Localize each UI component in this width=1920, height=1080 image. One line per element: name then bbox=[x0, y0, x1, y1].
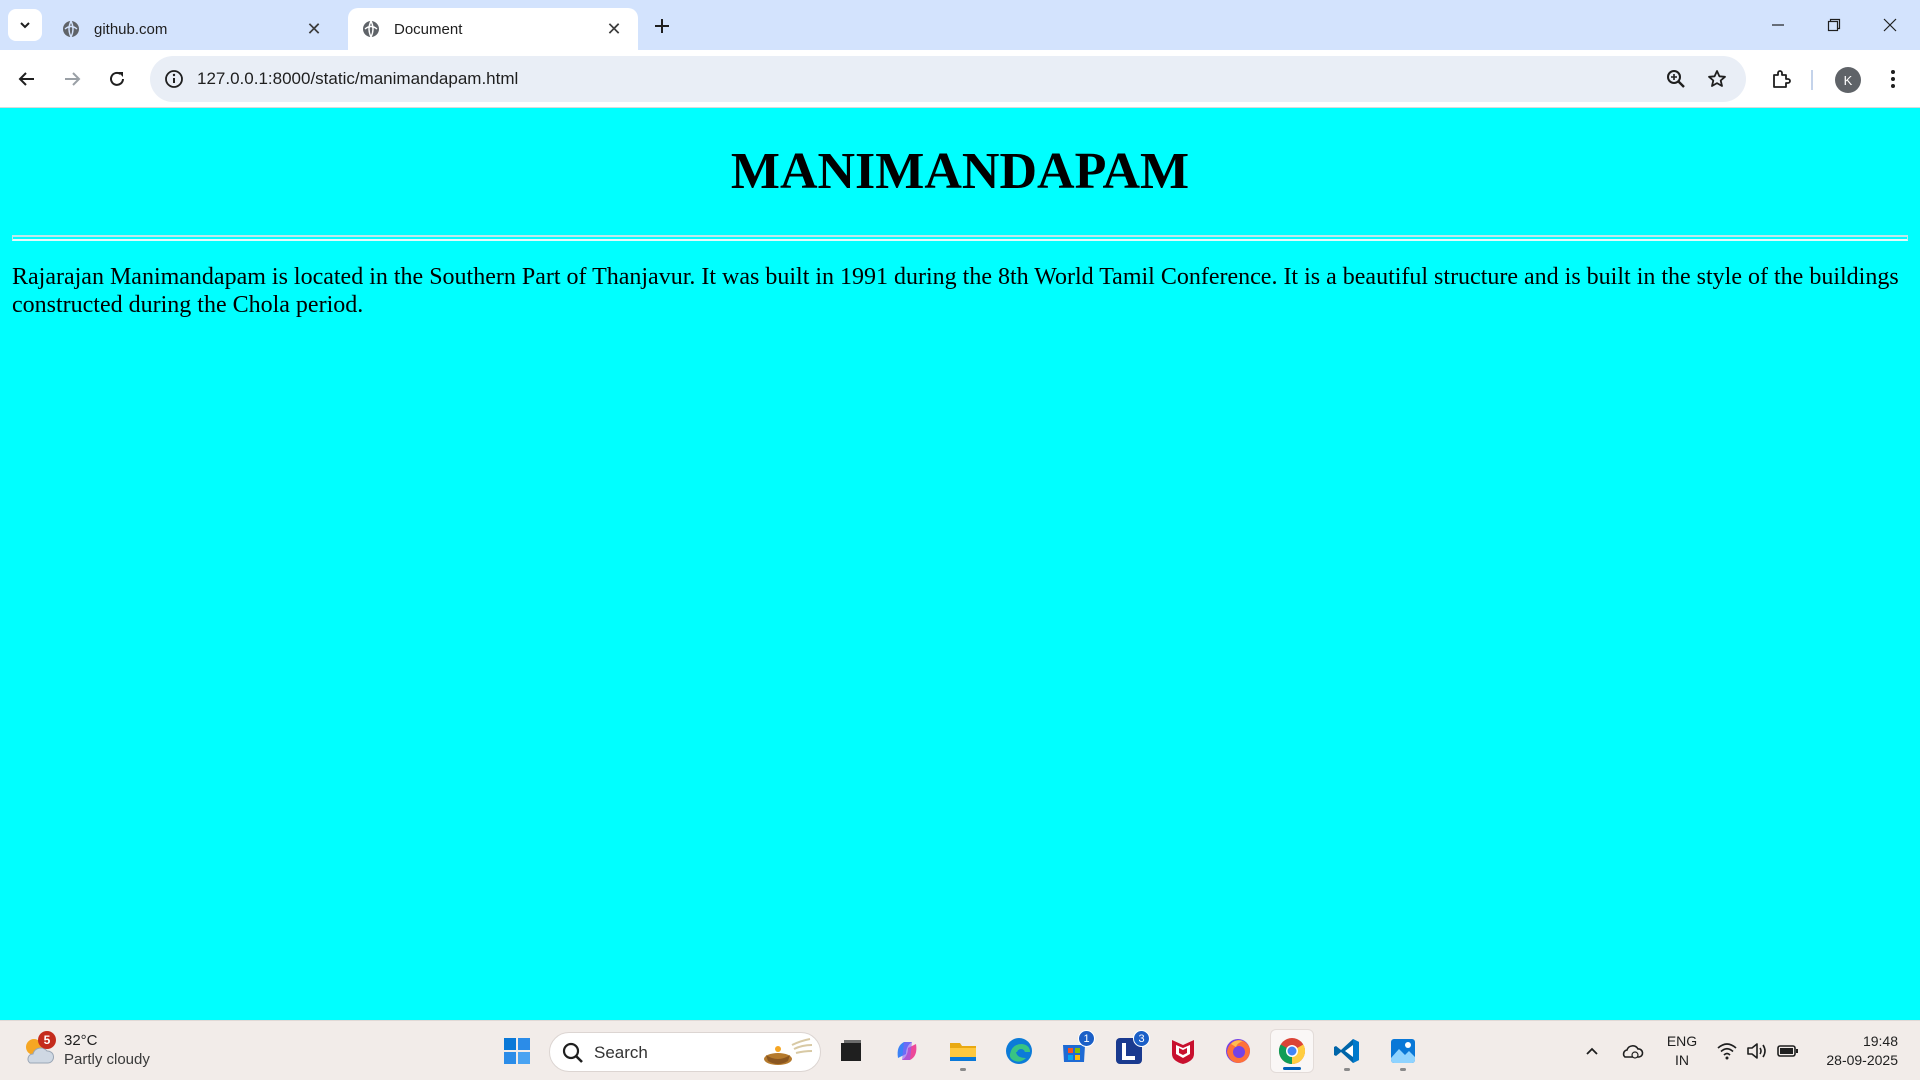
globe-icon bbox=[63, 20, 79, 38]
search-placeholder: Search bbox=[594, 1043, 648, 1062]
search-icon bbox=[562, 1042, 583, 1063]
mcafee-button[interactable] bbox=[1161, 1029, 1205, 1073]
restore-icon bbox=[1827, 18, 1841, 32]
vscode-icon bbox=[1334, 1039, 1359, 1063]
tab-title: github.com bbox=[94, 20, 168, 38]
clock-date: 28-09-2025 bbox=[1826, 1052, 1898, 1068]
chevron-down-icon bbox=[20, 22, 30, 29]
taskbar-search[interactable]: Search bbox=[549, 1032, 821, 1072]
zoom-icon[interactable] bbox=[1664, 67, 1688, 91]
notification-badge: 3 bbox=[1133, 1030, 1150, 1047]
clock-time: 19:48 bbox=[1862, 1033, 1898, 1049]
back-button[interactable] bbox=[11, 63, 43, 95]
weather-description: Partly cloudy bbox=[64, 1051, 150, 1068]
onedrive-sync-icon[interactable] bbox=[1620, 1039, 1644, 1063]
arrow-left-icon bbox=[18, 72, 34, 86]
notification-badge: 1 bbox=[1078, 1030, 1095, 1047]
horizontal-rule bbox=[12, 235, 1908, 241]
forward-button[interactable] bbox=[56, 63, 88, 95]
address-bar[interactable]: 127.0.0.1:8000/static/manimandapam.html bbox=[150, 56, 1746, 102]
new-tab-button[interactable] bbox=[648, 12, 676, 40]
tab-document[interactable]: Document ✕ bbox=[348, 8, 638, 50]
running-indicator bbox=[960, 1068, 966, 1071]
battery-icon[interactable] bbox=[1776, 1039, 1800, 1063]
task-view-button[interactable] bbox=[829, 1029, 873, 1073]
weather-widget[interactable]: 5 32°C Partly cloudy bbox=[20, 1029, 150, 1073]
close-icon bbox=[1883, 18, 1897, 32]
chrome-button[interactable] bbox=[1270, 1029, 1314, 1073]
tab-search-button[interactable] bbox=[8, 9, 42, 41]
chrome-icon bbox=[1278, 1038, 1306, 1065]
tab-strip: github.com ✕ Document ✕ bbox=[0, 0, 1920, 50]
system-clock[interactable]: 19:48 28-09-2025 bbox=[1812, 1032, 1898, 1070]
firefox-button[interactable] bbox=[1216, 1029, 1260, 1073]
notification-badge: 5 bbox=[38, 1031, 56, 1049]
close-window-button[interactable] bbox=[1862, 0, 1918, 50]
toolbar-divider bbox=[1811, 70, 1813, 90]
edge-button[interactable] bbox=[997, 1029, 1041, 1073]
browser-toolbar: 127.0.0.1:8000/static/manimandapam.html … bbox=[0, 50, 1920, 108]
windows-logo-icon bbox=[504, 1038, 530, 1064]
search-highlight-icon bbox=[764, 1038, 813, 1065]
minimize-button[interactable] bbox=[1750, 0, 1806, 50]
weather-temperature: 32°C bbox=[64, 1032, 98, 1049]
reload-button[interactable] bbox=[101, 63, 133, 95]
running-indicator bbox=[1344, 1068, 1350, 1071]
reload-icon bbox=[110, 71, 124, 86]
l-app-button[interactable]: 3 bbox=[1107, 1029, 1151, 1073]
folder-icon bbox=[950, 1043, 976, 1061]
region-code: IN bbox=[1675, 1052, 1689, 1068]
wifi-icon[interactable] bbox=[1715, 1039, 1739, 1063]
restore-button[interactable] bbox=[1806, 0, 1862, 50]
volume-icon[interactable] bbox=[1745, 1039, 1769, 1063]
bookmark-star-icon[interactable] bbox=[1705, 67, 1729, 91]
plus-icon bbox=[655, 19, 669, 33]
close-icon[interactable]: ✕ bbox=[604, 19, 624, 39]
site-info-icon[interactable] bbox=[162, 67, 186, 91]
taskbar: 5 32°C Partly cloudy Search 1 3 ENG IN 1… bbox=[0, 1020, 1920, 1080]
running-indicator bbox=[1400, 1068, 1406, 1071]
tab-title: Document bbox=[394, 20, 463, 38]
store-button[interactable]: 1 bbox=[1052, 1029, 1096, 1073]
tab-github[interactable]: github.com ✕ bbox=[48, 8, 338, 50]
mcafee-icon bbox=[1172, 1040, 1194, 1064]
page-heading: MANIMANDAPAM bbox=[730, 143, 1190, 200]
url-text[interactable]: 127.0.0.1:8000/static/manimandapam.html bbox=[197, 69, 518, 89]
globe-icon bbox=[363, 20, 379, 38]
start-button[interactable] bbox=[495, 1029, 539, 1073]
chevron-up-icon[interactable] bbox=[1580, 1039, 1604, 1063]
close-icon[interactable]: ✕ bbox=[304, 19, 324, 39]
language-code: ENG bbox=[1666, 1033, 1698, 1049]
photos-button[interactable] bbox=[1381, 1029, 1425, 1073]
arrow-right-icon bbox=[65, 72, 81, 86]
task-view-icon bbox=[841, 1040, 861, 1061]
firefox-icon bbox=[1226, 1039, 1250, 1063]
copilot-button[interactable] bbox=[885, 1029, 929, 1073]
partly-cloudy-icon: 5 bbox=[20, 1031, 56, 1069]
minimize-icon bbox=[1772, 24, 1784, 26]
photos-icon bbox=[1391, 1039, 1415, 1063]
file-explorer-button[interactable] bbox=[941, 1029, 985, 1073]
more-menu-icon[interactable] bbox=[1879, 65, 1907, 93]
extensions-icon[interactable] bbox=[1767, 65, 1795, 93]
profile-avatar[interactable]: K bbox=[1835, 67, 1861, 93]
input-language[interactable]: ENG IN bbox=[1664, 1032, 1700, 1070]
page-paragraph: Rajarajan Manimandapam is located in the… bbox=[12, 264, 1899, 318]
vscode-button[interactable] bbox=[1325, 1029, 1369, 1073]
edge-icon bbox=[1006, 1038, 1032, 1064]
copilot-icon bbox=[897, 1042, 917, 1060]
page-viewport: MANIMANDAPAM Rajarajan Manimandapam is l… bbox=[0, 108, 1920, 1020]
active-indicator bbox=[1283, 1067, 1301, 1070]
